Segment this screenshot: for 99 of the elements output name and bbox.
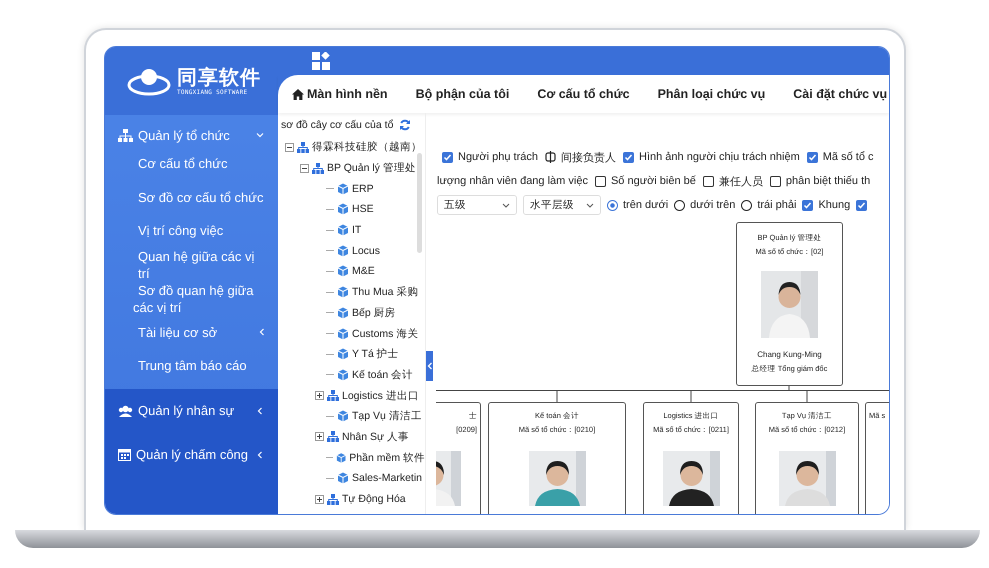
radio-button[interactable] bbox=[607, 200, 618, 210]
caret-icon bbox=[502, 202, 510, 208]
dropdown[interactable]: 水平层级 bbox=[523, 195, 601, 215]
org-chart-icon bbox=[327, 390, 339, 402]
calendar-icon bbox=[118, 448, 131, 461]
tab[interactable]: Cơ cấu tổ chức bbox=[537, 87, 630, 101]
org-chart-icon bbox=[297, 142, 309, 153]
radio-button[interactable] bbox=[741, 200, 752, 210]
menu-group[interactable]: Quản lý tổ chức bbox=[105, 123, 278, 147]
tree-item[interactable]: Locus bbox=[352, 244, 380, 257]
tree-item[interactable]: BP Quản lý 管理处 bbox=[327, 161, 416, 176]
option-label: trái phải bbox=[757, 199, 796, 211]
dropdown[interactable]: 五级 bbox=[437, 195, 517, 215]
tree-item[interactable]: ERP bbox=[352, 182, 374, 195]
option-label: phân biệt thiếu th bbox=[786, 175, 870, 187]
tree-item[interactable]: IT bbox=[352, 224, 362, 236]
tree-item[interactable]: Kế toán 会计 bbox=[352, 368, 414, 382]
tab[interactable]: Phân loại chức vụ bbox=[658, 87, 766, 101]
logo-icon bbox=[127, 66, 171, 96]
cube-icon bbox=[337, 244, 349, 257]
option-label: Số người biên bế bbox=[610, 175, 696, 187]
option-label: 间接负责人 bbox=[561, 150, 616, 164]
chevron-left-icon bbox=[426, 362, 432, 370]
cube-icon bbox=[337, 368, 349, 381]
tree-item[interactable]: Thu Mua 采购 bbox=[352, 285, 418, 300]
option-label: Mã số tổ c bbox=[822, 151, 874, 163]
tree-item[interactable]: 得霖科技硅胶（越南） bbox=[312, 140, 422, 154]
menu-item[interactable]: Vị trí công việc bbox=[105, 214, 278, 248]
cube-icon bbox=[337, 328, 349, 340]
org-chart-icon bbox=[327, 494, 339, 505]
menu-group[interactable]: Quản lý nhân sự bbox=[105, 398, 278, 422]
org-chart-icon bbox=[327, 431, 339, 442]
menu-item[interactable]: Tài liệu cơ sở bbox=[105, 316, 278, 349]
collapse-icon[interactable] bbox=[285, 142, 294, 152]
cube-icon bbox=[337, 265, 349, 278]
person-name: Chang Kung-Ming bbox=[757, 349, 822, 361]
menu-item[interactable]: Quan hệ giữa các vị trí bbox=[105, 248, 278, 282]
tree-item[interactable]: M&E bbox=[352, 265, 375, 278]
option-label: Hình ảnh người chịu trách nhiệm bbox=[639, 151, 800, 163]
option-label: 兼任人员 bbox=[718, 174, 763, 188]
cube-icon bbox=[336, 452, 346, 464]
menu-item[interactable]: Sơ đồ cơ cấu tổ chức bbox=[105, 180, 278, 214]
menu-item[interactable]: Trung tâm báo cáo bbox=[105, 349, 278, 382]
menu-group[interactable]: Quản lý chấm công bbox=[105, 442, 278, 466]
checkbox[interactable] bbox=[442, 152, 453, 162]
tree-item[interactable]: HSE bbox=[352, 203, 374, 216]
menu-item[interactable]: Sơ đồ quan hệ giữa các vị trí bbox=[105, 282, 278, 316]
chevron-down-icon bbox=[256, 131, 264, 139]
org-chart-icon bbox=[118, 128, 133, 142]
cube-icon bbox=[337, 286, 349, 298]
tab[interactable]: Bộ phận của tôi bbox=[416, 87, 510, 101]
checkbox[interactable] bbox=[623, 152, 634, 162]
option-label: trên dưới bbox=[623, 199, 668, 211]
org-chart-icon bbox=[312, 162, 324, 174]
collapse-icon[interactable] bbox=[300, 164, 309, 173]
menu-item[interactable]: Cơ cấu tổ chức bbox=[105, 147, 278, 180]
option-label: lượng nhân viên đang làm việc bbox=[437, 175, 588, 187]
checkbox[interactable] bbox=[702, 176, 714, 186]
expand-icon[interactable] bbox=[315, 391, 324, 400]
tree-title: sơ đồ cây cơ cấu của tổ bbox=[281, 119, 394, 131]
tree-item[interactable]: Logistics 进出口 bbox=[342, 388, 419, 403]
split-box-icon bbox=[545, 151, 556, 163]
tree-item[interactable]: Y Tá 护士 bbox=[352, 347, 399, 362]
tab[interactable]: Cài đặt chức vụ bbox=[793, 87, 888, 101]
checkbox[interactable] bbox=[770, 176, 781, 186]
cube-icon bbox=[337, 472, 349, 484]
cube-icon bbox=[337, 306, 349, 319]
logo-name: 同享软件 bbox=[177, 66, 261, 88]
option-label: Người phụ trách bbox=[458, 151, 538, 163]
refresh-icon[interactable] bbox=[399, 119, 412, 131]
checkbox[interactable] bbox=[594, 176, 606, 186]
chevron-left-icon bbox=[256, 406, 264, 414]
checkbox[interactable] bbox=[806, 152, 818, 162]
chevron-left-icon bbox=[256, 450, 264, 458]
expand-icon[interactable] bbox=[315, 494, 324, 504]
cube-icon bbox=[337, 348, 349, 360]
home-icon bbox=[292, 88, 304, 100]
radio-button[interactable] bbox=[674, 200, 686, 210]
tree-item[interactable]: Nhân Sự 人事 bbox=[342, 430, 409, 444]
cube-icon bbox=[337, 410, 349, 422]
tree-item[interactable]: Tự Động Hóa bbox=[342, 493, 406, 506]
tree-item[interactable]: Tạp Vụ 清洁工 bbox=[352, 409, 422, 424]
tree-item[interactable]: Bếp 厨房 bbox=[352, 306, 396, 320]
tab[interactable]: Màn hình nền bbox=[292, 87, 388, 101]
collapse-handle[interactable] bbox=[426, 351, 433, 381]
cube-icon bbox=[337, 182, 349, 195]
people-icon bbox=[118, 404, 133, 416]
option-label: Khung bbox=[818, 199, 850, 211]
cube-icon bbox=[337, 203, 349, 216]
tree-item[interactable]: Phần mềm 软件 bbox=[349, 450, 425, 465]
caret-icon bbox=[586, 202, 594, 208]
checkbox[interactable] bbox=[856, 200, 868, 210]
tree-item[interactable]: Customs 海关 bbox=[352, 326, 418, 341]
checkbox[interactable] bbox=[802, 200, 814, 210]
option-label: dưới trên bbox=[690, 199, 736, 211]
tree-item[interactable]: Sales-Marketin bbox=[352, 472, 422, 484]
cube-icon bbox=[337, 224, 349, 236]
apps-icon[interactable] bbox=[312, 52, 330, 70]
expand-icon[interactable] bbox=[315, 432, 324, 442]
